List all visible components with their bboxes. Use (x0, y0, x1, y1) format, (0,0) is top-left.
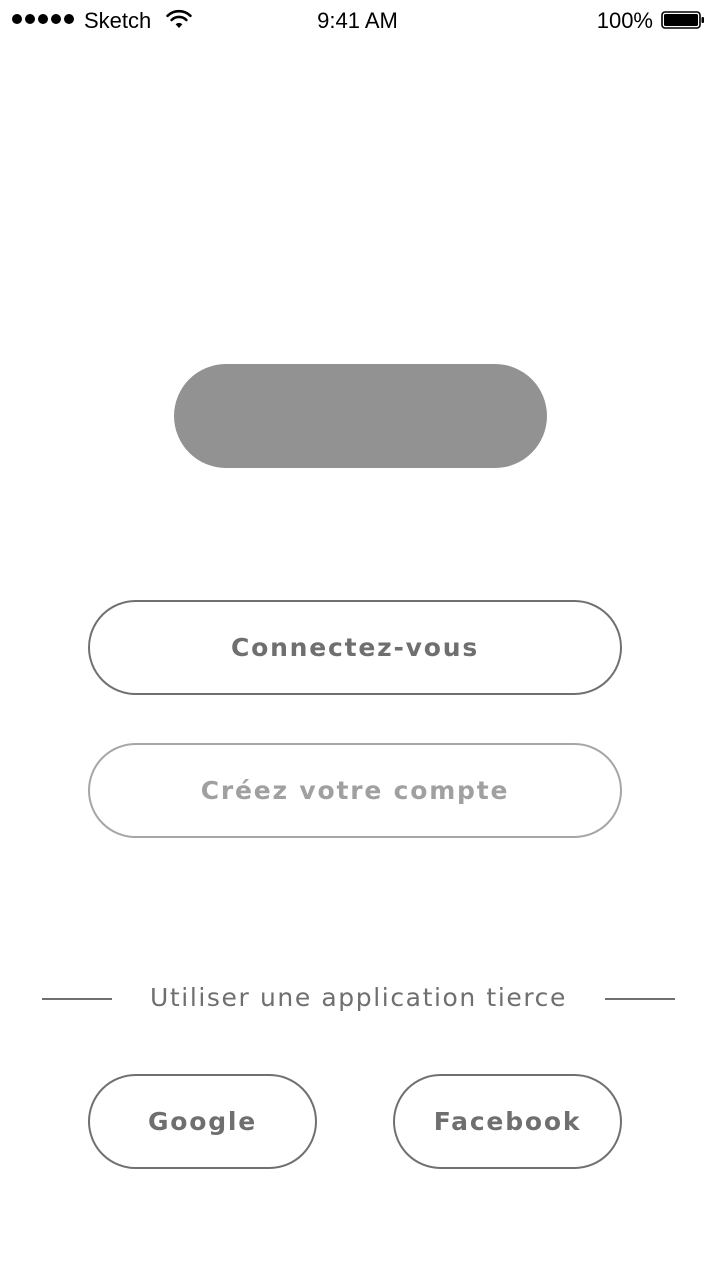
divider-right (605, 998, 675, 1000)
status-bar: Sketch 9:41 AM 100% (0, 0, 715, 42)
logo-placeholder (174, 364, 547, 468)
login-button[interactable]: Connectez-vous (88, 600, 622, 695)
third-party-label: Utiliser une application tierce (149, 983, 568, 1012)
battery-percent: 100% (596, 8, 653, 33)
facebook-button[interactable]: Facebook (393, 1074, 622, 1169)
divider-left (42, 998, 112, 1000)
battery-icon (661, 11, 704, 29)
create-account-button[interactable]: Créez votre compte (88, 743, 622, 838)
google-button[interactable]: Google (88, 1074, 317, 1169)
